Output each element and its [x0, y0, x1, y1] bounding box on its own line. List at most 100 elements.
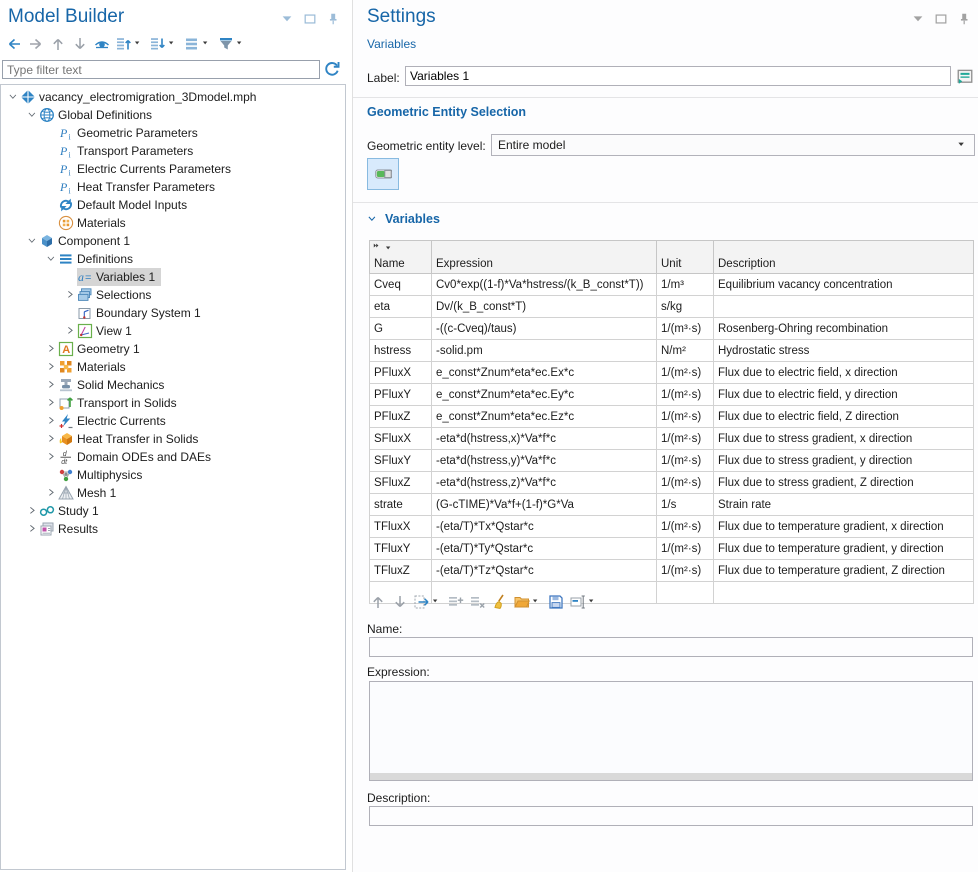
chevron-collapsed-icon[interactable]	[64, 325, 77, 338]
cell-unit[interactable]: 1/(m²·s)	[657, 538, 714, 560]
column-header-name[interactable]: Name	[370, 241, 432, 274]
tree-item[interactable]: Default Model Inputs	[1, 196, 345, 214]
cell-unit[interactable]: N/m²	[657, 340, 714, 362]
forward-button[interactable]	[25, 34, 47, 54]
cell-expression[interactable]: -((c-Cveq)/taus)	[432, 318, 657, 340]
tree-item[interactable]: PiHeat Transfer Parameters	[1, 178, 345, 196]
cell-unit[interactable]: 1/(m²·s)	[657, 516, 714, 538]
cell-description[interactable]: Flux due to electric field, x direction	[714, 362, 974, 384]
tree-item[interactable]: PiElectric Currents Parameters	[1, 160, 345, 178]
cell-name[interactable]: SFluxZ	[370, 472, 432, 494]
column-header-description[interactable]: Description	[714, 241, 974, 274]
cell-description[interactable]: Flux due to stress gradient, x direction	[714, 428, 974, 450]
cell-description[interactable]: Hydrostatic stress	[714, 340, 974, 362]
tree-item[interactable]: Mesh 1	[1, 484, 345, 502]
pin-icon[interactable]	[326, 12, 340, 26]
cell-expression[interactable]: Dv/(k_B_const*T)	[432, 296, 657, 318]
rename-button[interactable]	[954, 65, 975, 86]
cell-unit[interactable]: 1/(m²·s)	[657, 428, 714, 450]
back-button[interactable]	[3, 34, 25, 54]
tree-item[interactable]: Study 1	[1, 502, 345, 520]
cell-name[interactable]: TFluxX	[370, 516, 432, 538]
cell-name[interactable]: TFluxZ	[370, 560, 432, 582]
pin-icon[interactable]	[957, 12, 971, 26]
cell-unit[interactable]: 1/(m²·s)	[657, 472, 714, 494]
tree-item[interactable]: View 1	[1, 322, 345, 340]
chevron-expanded-icon[interactable]	[26, 235, 39, 248]
refresh-button[interactable]	[322, 59, 342, 79]
chevron-expanded-icon[interactable]	[45, 253, 58, 266]
cell-description[interactable]: Flux due to stress gradient, y direction	[714, 450, 974, 472]
tree-item[interactable]: Electric Currents	[1, 412, 345, 430]
cell-expression[interactable]: Cv0*exp((1-f)*Va*hstress/(k_B_const*T))	[432, 274, 657, 296]
cell-name[interactable]: PFluxZ	[370, 406, 432, 428]
load-file-button[interactable]	[511, 592, 545, 612]
chevron-collapsed-icon[interactable]	[45, 379, 58, 392]
cell-description[interactable]: Rosenberg-Ohring recombination	[714, 318, 974, 340]
save-file-button[interactable]	[545, 592, 567, 612]
chevron-expanded-icon[interactable]	[7, 91, 20, 104]
cell-name[interactable]: hstress	[370, 340, 432, 362]
cell-name[interactable]: SFluxY	[370, 450, 432, 472]
chevron-collapsed-icon[interactable]	[45, 415, 58, 428]
cell-unit[interactable]: s/kg	[657, 296, 714, 318]
move-up-button[interactable]	[47, 34, 69, 54]
move-to-button[interactable]	[411, 592, 445, 612]
cell-description[interactable]: Equilibrium vacancy concentration	[714, 274, 974, 296]
cell-expression[interactable]: (G-cTIME)*Va*f+(1-f)*G*Va	[432, 494, 657, 516]
tree-item[interactable]: Materials	[1, 358, 345, 376]
cell-unit[interactable]: 1/m³	[657, 274, 714, 296]
float-window-icon[interactable]	[303, 12, 317, 26]
collapse-all-button[interactable]	[147, 34, 181, 54]
move-up-button[interactable]	[367, 592, 389, 612]
cell-description[interactable]: Flux due to temperature gradient, y dire…	[714, 538, 974, 560]
cell-description[interactable]	[714, 582, 974, 604]
tree-item[interactable]: ddtDomain ODEs and DAEs	[1, 448, 345, 466]
cell-description[interactable]: Flux due to temperature gradient, x dire…	[714, 516, 974, 538]
tree-item[interactable]: Materials	[1, 214, 345, 232]
tree-item[interactable]: AGeometry 1	[1, 340, 345, 358]
filter-button[interactable]	[215, 34, 249, 54]
panel-menu-icon[interactable]	[280, 12, 294, 26]
chevron-collapsed-icon[interactable]	[45, 433, 58, 446]
description-input[interactable]	[369, 806, 973, 826]
chevron-down-icon[interactable]	[202, 38, 212, 50]
edit-field-button[interactable]	[567, 592, 601, 612]
tree-item[interactable]: Multiphysics	[1, 466, 345, 484]
chevron-collapsed-icon[interactable]	[45, 487, 58, 500]
chevron-collapsed-icon[interactable]	[26, 505, 39, 518]
cell-description[interactable]	[714, 296, 974, 318]
section-collapse-icon[interactable]	[367, 213, 379, 226]
active-selection-toggle-button[interactable]	[367, 158, 399, 190]
float-window-icon[interactable]	[934, 12, 948, 26]
cell-name[interactable]: eta	[370, 296, 432, 318]
cell-unit[interactable]: 1/s	[657, 494, 714, 516]
cell-name[interactable]: Cveq	[370, 274, 432, 296]
label-input[interactable]	[405, 66, 951, 86]
cell-unit[interactable]: 1/(m³·s)	[657, 318, 714, 340]
cell-description[interactable]: Strain rate	[714, 494, 974, 516]
tree-item[interactable]: Global Definitions	[1, 106, 345, 124]
geometric-entity-level-select[interactable]: Entire model	[491, 134, 975, 156]
tree-item[interactable]: Heat Transfer in Solids	[1, 430, 345, 448]
cell-description[interactable]: Flux due to temperature gradient, Z dire…	[714, 560, 974, 582]
tree-item[interactable]: PiGeometric Parameters	[1, 124, 345, 142]
panel-menu-icon[interactable]	[911, 12, 925, 26]
grouping-button[interactable]	[181, 34, 215, 54]
chevron-collapsed-icon[interactable]	[45, 397, 58, 410]
chevron-down-icon[interactable]	[168, 38, 178, 50]
chevron-down-icon[interactable]	[236, 38, 246, 50]
cell-expression[interactable]: -(eta/T)*Ty*Qstar*c	[432, 538, 657, 560]
clear-table-button[interactable]	[489, 592, 511, 612]
cell-description[interactable]: Flux due to electric field, y direction	[714, 384, 974, 406]
chevron-collapsed-icon[interactable]	[45, 451, 58, 464]
chevron-down-icon[interactable]	[532, 596, 542, 608]
tree-item[interactable]: Component 1	[1, 232, 345, 250]
cell-expression[interactable]: e_const*Znum*eta*ec.Ez*c	[432, 406, 657, 428]
cell-expression[interactable]: -eta*d(hstress,z)*Va*f*c	[432, 472, 657, 494]
cell-unit[interactable]: 1/(m²·s)	[657, 362, 714, 384]
cell-name[interactable]: SFluxX	[370, 428, 432, 450]
move-down-button[interactable]	[69, 34, 91, 54]
column-header-expression[interactable]: Expression	[432, 241, 657, 274]
show-button[interactable]	[91, 34, 113, 54]
